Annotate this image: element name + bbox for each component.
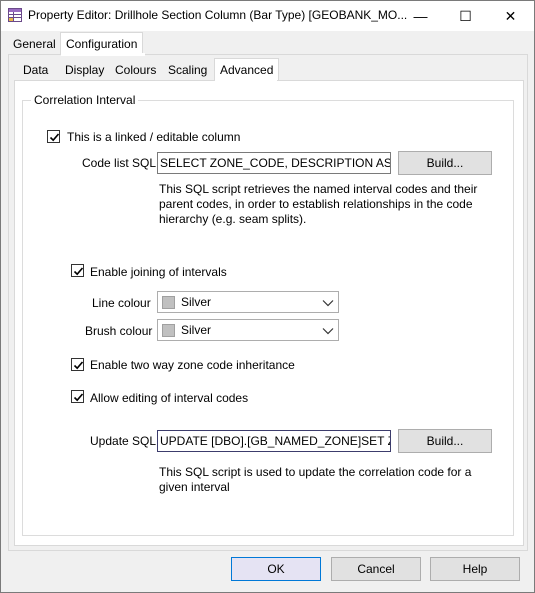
line-colour-swatch — [162, 296, 175, 309]
code-list-sql-input[interactable]: SELECT ZONE_CODE, DESCRIPTION AS DESCRIP… — [157, 152, 391, 174]
maximize-icon: ☐ — [459, 7, 472, 24]
update-sql-label: Update SQL — [90, 434, 157, 448]
linked-column-checkbox[interactable] — [47, 130, 60, 143]
code-list-sql-label: Code list SQL — [82, 156, 157, 170]
window-title: Property Editor: Drillhole Section Colum… — [28, 8, 408, 22]
chevron-down-icon — [322, 300, 334, 307]
ok-button[interactable]: OK — [231, 557, 321, 581]
line-colour-value: Silver — [181, 295, 212, 309]
tab-scaling-label: Scaling — [168, 63, 208, 77]
property-grid-icon — [8, 8, 22, 22]
checkmark-icon — [73, 361, 84, 370]
code-list-build-button[interactable]: Build... — [398, 151, 492, 175]
tab-general[interactable]: General — [8, 34, 61, 54]
line-colour-select[interactable]: Silver — [157, 291, 339, 313]
minimize-button[interactable]: — — [398, 1, 443, 31]
linked-column-label: This is a linked / editable column — [67, 130, 241, 144]
allow-editing-checkbox[interactable] — [71, 390, 84, 403]
tab-display[interactable]: Display — [60, 60, 109, 80]
checkmark-icon — [73, 393, 84, 402]
tab-join — [61, 53, 145, 56]
line-colour-label: Line colour — [92, 296, 151, 310]
tab-data-label: Data — [23, 63, 49, 77]
code-list-sql-description: This SQL script retrieves the named inte… — [157, 180, 493, 256]
allow-editing-label: Allow editing of interval codes — [90, 391, 249, 405]
tab-data[interactable]: Data — [18, 60, 53, 80]
two-way-inheritance-label: Enable two way zone code inheritance — [90, 358, 295, 372]
tab-colours[interactable]: Colours — [110, 60, 161, 80]
close-button[interactable]: ✕ — [488, 1, 533, 31]
brush-colour-swatch — [162, 324, 175, 337]
maximize-button[interactable]: ☐ — [443, 1, 488, 31]
brush-colour-select[interactable]: Silver — [157, 319, 339, 341]
brush-colour-label: Brush colour — [85, 324, 153, 338]
brush-colour-value: Silver — [181, 323, 212, 337]
tab-scaling[interactable]: Scaling — [163, 60, 212, 80]
cancel-button[interactable]: Cancel — [331, 557, 421, 581]
update-sql-input[interactable]: UPDATE [DBO].[GB_NAMED_ZONE]SET ZONE_COD… — [157, 430, 391, 452]
tab-general-label: General — [13, 37, 56, 51]
chevron-down-icon — [322, 328, 334, 335]
tab-display-label: Display — [65, 63, 105, 77]
checkmark-icon — [73, 267, 84, 276]
update-sql-build-button[interactable]: Build... — [398, 429, 492, 453]
tab-configuration[interactable]: Configuration — [60, 32, 144, 55]
two-way-inheritance-checkbox[interactable] — [71, 358, 84, 371]
group-title: Correlation Interval — [31, 93, 139, 107]
tab-configuration-label: Configuration — [66, 37, 138, 51]
help-button[interactable]: Help — [430, 557, 520, 581]
enable-joining-label: Enable joining of intervals — [90, 265, 227, 279]
tab-advanced-label: Advanced — [220, 63, 274, 77]
checkmark-icon — [49, 133, 60, 142]
enable-joining-checkbox[interactable] — [71, 264, 84, 277]
tab-advanced[interactable]: Advanced — [214, 58, 280, 81]
tab-join-inner — [215, 79, 277, 82]
tab-colours-label: Colours — [115, 63, 157, 77]
minimize-icon: — — [413, 8, 428, 24]
close-icon: ✕ — [504, 7, 517, 24]
update-sql-description: This SQL script is used to update the co… — [157, 463, 493, 513]
